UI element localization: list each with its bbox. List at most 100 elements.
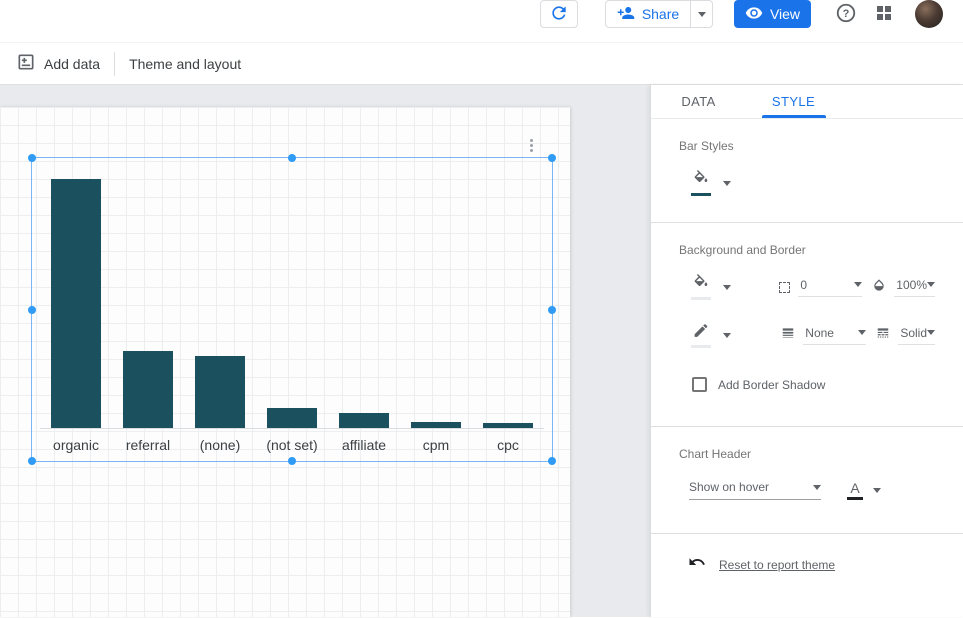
theme-layout-label: Theme and layout xyxy=(129,56,241,72)
bar-area xyxy=(256,179,328,429)
selection-handle-w[interactable] xyxy=(28,306,36,314)
selection-handle-n[interactable] xyxy=(288,154,296,162)
properties-panel: DATA STYLE Bar Styles Back xyxy=(650,85,963,617)
avatar[interactable] xyxy=(915,0,943,28)
bar-styles-title: Bar Styles xyxy=(679,139,945,153)
border-weight-select[interactable]: None xyxy=(803,326,866,345)
corner-radius-select[interactable]: 0 xyxy=(798,278,862,297)
chart-header-visibility-value: Show on hover xyxy=(689,480,813,494)
tab-style[interactable]: STYLE xyxy=(746,85,841,118)
section-chart-header: Chart Header Show on hover A xyxy=(651,427,963,533)
chevron-down-icon xyxy=(723,333,731,338)
chevron-down-icon xyxy=(698,12,706,17)
font-color-icon: A xyxy=(847,481,863,500)
panel-tabs: DATA STYLE xyxy=(651,85,963,119)
selection-handle-nw[interactable] xyxy=(28,154,36,162)
add-data-button[interactable]: Add data xyxy=(0,43,114,85)
background-color-control[interactable] xyxy=(691,274,779,300)
category-label: cpm xyxy=(400,429,472,461)
border-shadow-checkbox[interactable] xyxy=(692,377,707,392)
corner-radius-icon xyxy=(779,282,790,293)
paint-bucket-icon xyxy=(691,170,711,192)
border-color-swatch xyxy=(691,345,711,348)
eye-icon xyxy=(745,4,763,25)
bar-cpc[interactable] xyxy=(483,423,533,428)
chart-options-icon[interactable] xyxy=(524,135,538,155)
person-add-icon xyxy=(617,4,635,25)
secondary-toolbar: Add data Theme and layout xyxy=(0,43,963,85)
chart-selection[interactable]: organicreferral(none)(not set)affiliatec… xyxy=(31,157,553,462)
bar-organic[interactable] xyxy=(51,179,101,428)
top-toolbar: Share View ? xyxy=(0,0,963,43)
bar-(not set)[interactable] xyxy=(267,408,317,428)
bar-area xyxy=(184,179,256,429)
border-shadow-label: Add Border Shadow xyxy=(718,378,825,392)
selection-handle-s[interactable] xyxy=(288,457,296,465)
chevron-down-icon xyxy=(927,330,935,335)
chevron-down-icon xyxy=(723,181,731,186)
selection-handle-ne[interactable] xyxy=(548,154,556,162)
selection-handle-se[interactable] xyxy=(548,457,556,465)
category-label: organic xyxy=(40,429,112,461)
chart-column: organic xyxy=(40,179,112,461)
share-label: Share xyxy=(642,6,679,22)
paint-bucket-icon xyxy=(691,274,711,296)
bar-cpm[interactable] xyxy=(411,422,461,428)
share-dropdown-button[interactable] xyxy=(690,0,713,28)
chart-column: cpc xyxy=(472,179,544,461)
category-label: (none) xyxy=(184,429,256,461)
background-color-swatch xyxy=(691,297,711,300)
view-button[interactable]: View xyxy=(734,0,811,28)
bar-affiliate[interactable] xyxy=(339,413,389,428)
bar-fill-swatch xyxy=(691,193,711,196)
chart-header-visibility-select[interactable]: Show on hover xyxy=(689,480,821,500)
apps-grid-button[interactable] xyxy=(873,3,895,25)
refresh-button[interactable] xyxy=(540,0,578,28)
chevron-down-icon xyxy=(873,488,881,493)
border-style-select[interactable]: Solid xyxy=(898,326,935,345)
border-weight-icon xyxy=(781,326,795,345)
chart-header-font-color-control[interactable]: A xyxy=(847,481,881,500)
category-label: referral xyxy=(112,429,184,461)
add-data-icon xyxy=(16,52,36,75)
reset-to-report-theme-link[interactable]: Reset to report theme xyxy=(719,558,835,572)
add-data-label: Add data xyxy=(44,56,100,72)
bar-(none)[interactable] xyxy=(195,356,245,428)
reset-row: Reset to report theme xyxy=(651,534,963,576)
bar-area xyxy=(112,179,184,429)
apps-grid-icon xyxy=(875,4,893,25)
chart-column: affiliate xyxy=(328,179,400,461)
tab-data[interactable]: DATA xyxy=(651,85,746,118)
selection-handle-e[interactable] xyxy=(548,306,556,314)
help-icon: ? xyxy=(835,2,857,27)
theme-layout-button[interactable]: Theme and layout xyxy=(115,43,255,85)
report-canvas[interactable]: organicreferral(none)(not set)affiliatec… xyxy=(0,107,570,617)
chart-column: cpm xyxy=(400,179,472,461)
help-button[interactable]: ? xyxy=(834,2,858,26)
undo-icon xyxy=(688,553,706,576)
chart-column: (not set) xyxy=(256,179,328,461)
corner-radius-value: 0 xyxy=(798,278,854,292)
section-bar-styles: Bar Styles xyxy=(651,119,963,222)
bar-fill-color-control[interactable] xyxy=(691,170,731,196)
chevron-down-icon xyxy=(723,285,731,290)
border-style-icon xyxy=(876,326,890,345)
bar-area xyxy=(472,179,544,429)
border-color-control[interactable] xyxy=(691,322,781,348)
share-button[interactable]: Share xyxy=(605,0,691,28)
opacity-value: 100% xyxy=(894,278,927,292)
bar-referral[interactable] xyxy=(123,351,173,428)
category-label: cpc xyxy=(472,429,544,461)
section-background-border: Background and Border xyxy=(651,223,963,426)
bar-area xyxy=(328,179,400,429)
background-border-title: Background and Border xyxy=(679,243,945,257)
chevron-down-icon xyxy=(854,282,862,287)
svg-text:?: ? xyxy=(843,7,850,19)
border-style-value: Solid xyxy=(898,326,927,340)
chart-column: (none) xyxy=(184,179,256,461)
selection-handle-sw[interactable] xyxy=(28,457,36,465)
opacity-select[interactable]: 100% xyxy=(894,278,935,297)
workspace: organicreferral(none)(not set)affiliatec… xyxy=(0,85,963,617)
chevron-down-icon xyxy=(858,330,866,335)
bar-chart[interactable]: organicreferral(none)(not set)affiliatec… xyxy=(40,179,544,461)
